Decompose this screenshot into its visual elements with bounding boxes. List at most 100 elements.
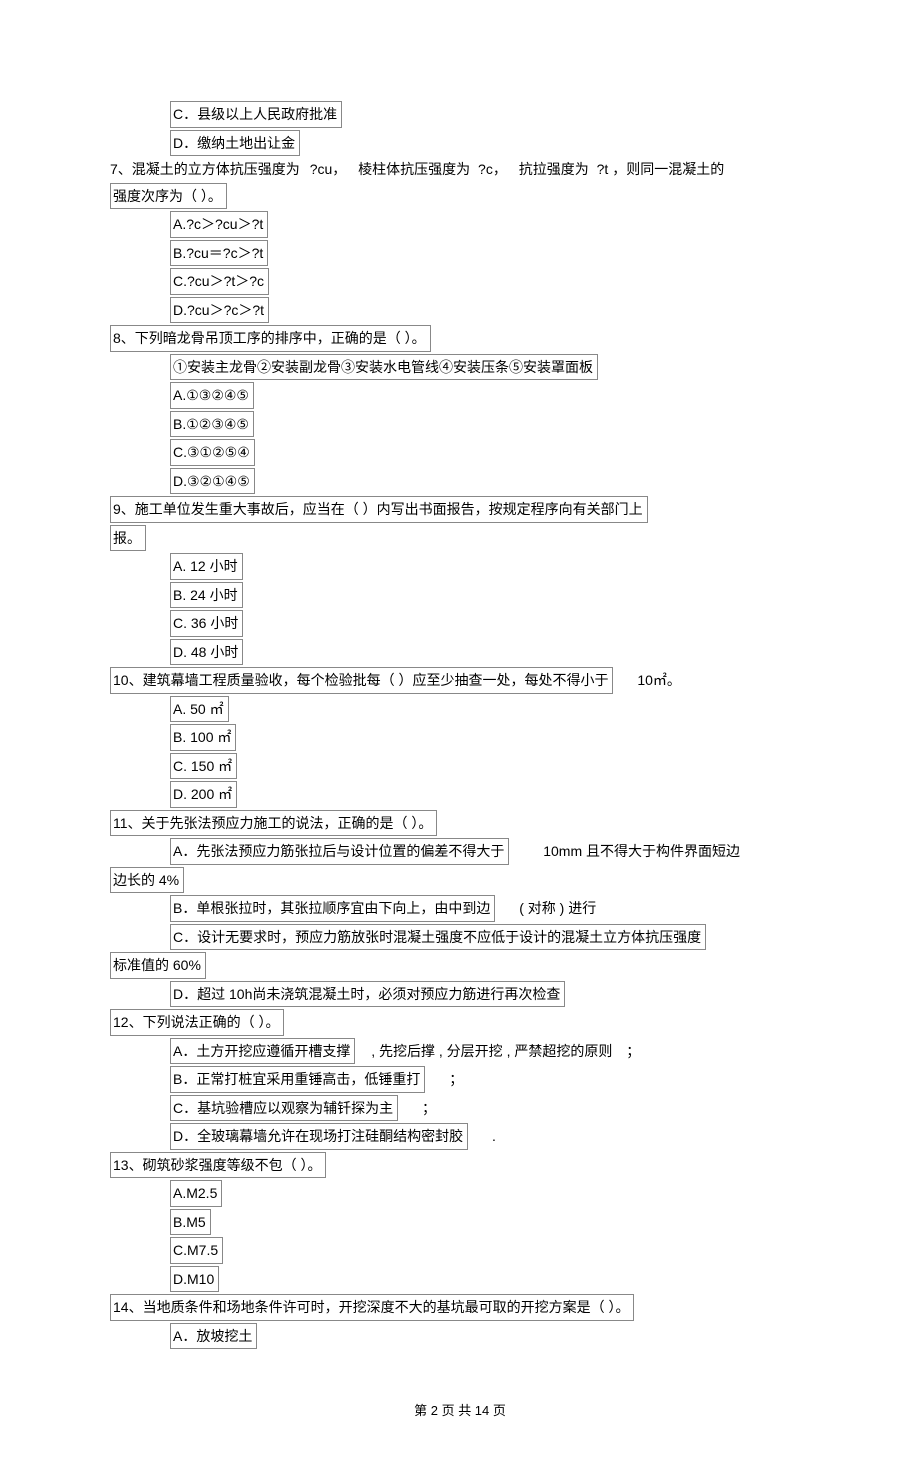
- q12-option-a-b: , 先挖后撑 , 分层开挖 , 严禁超挖的原则: [371, 1043, 612, 1059]
- q7-stem-g-box: 强度次序为（ ）。: [110, 183, 227, 210]
- q9-option-a: A. 12 小时: [170, 552, 810, 581]
- q11-option-a-line2: 边长的 4%: [110, 866, 810, 895]
- q11-option-c-line2: 标准值的 60%: [110, 951, 810, 980]
- q8-option-c-box: C.③①②⑤④: [170, 439, 255, 466]
- q12-option-b-a-box: B．正常打桩宜采用重锤高击，低锤重打: [170, 1066, 425, 1093]
- q13-option-a-box: A.M2.5: [170, 1180, 222, 1207]
- q12-option-b: B．正常打桩宜采用重锤高击，低锤重打 ；: [170, 1065, 810, 1094]
- q13-stem-box: 13、砌筑砂浆强度等级不包（ ）。: [110, 1152, 326, 1179]
- q12-stem-box: 12、下列说法正确的（ ）。: [110, 1009, 284, 1036]
- q10-stem-b: 10㎡。: [637, 672, 681, 688]
- q14-option-a: A．放坡挖土: [170, 1322, 810, 1351]
- q12-stem: 12、下列说法正确的（ ）。: [110, 1008, 810, 1037]
- q8-option-a: A.①③②④⑤: [170, 381, 810, 410]
- q11-option-a-c-box: 边长的 4%: [110, 867, 184, 894]
- q10-option-d: D. 200 ㎡: [170, 780, 810, 809]
- q7-stem-a: 7、混凝土的立方体抗压强度为: [110, 161, 300, 177]
- q12-option-c-a-box: C．基坑验槽应以观察为辅钎探为主: [170, 1095, 398, 1122]
- q8-option-b-box: B.①②③④⑤: [170, 411, 254, 438]
- q13-option-c-box: C.M7.5: [170, 1237, 223, 1264]
- page: C．县级以上人民政府批准 D．缴纳土地出让金 7、混凝土的立方体抗压强度为 ?c…: [0, 0, 920, 1463]
- q10-option-c-box: C. 150 ㎡: [170, 753, 237, 780]
- q7-option-b: B.?cu＝?c＞?t: [170, 239, 810, 268]
- q12-option-d-b: .: [492, 1128, 496, 1144]
- q9-option-d-box: D. 48 小时: [170, 639, 243, 666]
- q8-option-b: B.①②③④⑤: [170, 410, 810, 439]
- q12-option-a-a-box: A．土方开挖应遵循开槽支撑: [170, 1038, 355, 1065]
- q6-option-c-box: C．县级以上人民政府批准: [170, 101, 342, 128]
- q9-stem-a-box: 9、施工单位发生重大事故后，应当在（ ）内写出书面报告，按规定程序向有关部门上: [110, 496, 648, 523]
- q7-option-a-box: A.?c＞?cu＞?t: [170, 211, 268, 238]
- q9-option-b-box: B. 24 小时: [170, 582, 243, 609]
- q8-stem: 8、下列暗龙骨吊顶工序的排序中，正确的是（ ）。: [110, 324, 810, 353]
- q10-stem: 10、建筑幕墙工程质量验收，每个检验批每（ ）应至少抽查一处，每处不得小于 10…: [110, 666, 810, 695]
- q14-option-a-box: A．放坡挖土: [170, 1323, 257, 1350]
- q11-stem: 11、关于先张法预应力施工的说法，正确的是（ ）。: [110, 809, 810, 838]
- q13-option-c: C.M7.5: [170, 1236, 810, 1265]
- q9-option-c-box: C. 36 小时: [170, 610, 243, 637]
- q11-option-c-line1: C．设计无要求时，预应力筋放张时混凝土强度不应低于设计的混凝土立方体抗压强度: [170, 923, 810, 952]
- q10-option-a-box: A. 50 ㎡: [170, 696, 229, 723]
- q10-option-a: A. 50 ㎡: [170, 695, 810, 724]
- q11-option-b: B．单根张拉时，其张拉顺序宜由下向上，由中到边 ( 对称 ) 进行: [170, 894, 810, 923]
- q11-option-c-b-box: 标准值的 60%: [110, 952, 206, 979]
- q7-stem-b: ?cu，: [310, 161, 347, 177]
- q7-option-c: C.?cu＞?t＞?c: [170, 267, 810, 296]
- q14-stem-box: 14、当地质条件和场地条件许可时，开挖深度不大的基坑最可取的开挖方案是（ ）。: [110, 1294, 634, 1321]
- q9-stem-b: 报。: [110, 524, 810, 553]
- q11-option-a-a-box: A．先张法预应力筋张拉后与设计位置的偏差不得大于: [170, 838, 509, 865]
- q8-option-a-box: A.①③②④⑤: [170, 382, 254, 409]
- q9-option-c: C. 36 小时: [170, 609, 810, 638]
- q8-sub-box: ①安装主龙骨②安装副龙骨③安装水电管线④安装压条⑤安装罩面板: [170, 354, 598, 381]
- q13-option-d: D.M10: [170, 1265, 810, 1294]
- q11-option-a-line1: A．先张法预应力筋张拉后与设计位置的偏差不得大于 10mm 且不得大于构件界面短…: [170, 837, 810, 866]
- q7-stem-f: ?t ，则同一混凝土的: [597, 161, 725, 177]
- q7-stem-c: 棱柱体抗压强度为: [358, 161, 470, 177]
- q7-option-c-box: C.?cu＞?t＞?c: [170, 268, 269, 295]
- q10-option-d-box: D. 200 ㎡: [170, 781, 237, 808]
- q6-option-c: C．县级以上人民政府批准: [170, 100, 810, 129]
- q11-option-d-box: D．超过 10h尚未浇筑混凝土时，必须对预应力筋进行再次检查: [170, 981, 565, 1008]
- q12-option-b-b: ；: [449, 1071, 463, 1087]
- q11-option-d: D．超过 10h尚未浇筑混凝土时，必须对预应力筋进行再次检查: [170, 980, 810, 1009]
- q13-option-b-box: B.M5: [170, 1209, 211, 1236]
- q11-option-a-b: 10mm 且不得大于构件界面短边: [543, 843, 740, 859]
- q12-option-a: A．土方开挖应遵循开槽支撑 , 先挖后撑 , 分层开挖 , 严禁超挖的原则 ；: [170, 1037, 810, 1066]
- q11-stem-box: 11、关于先张法预应力施工的说法，正确的是（ ）。: [110, 810, 437, 837]
- q9-option-d: D. 48 小时: [170, 638, 810, 667]
- q12-option-c-b: ；: [422, 1100, 436, 1116]
- q9-stem-a: 9、施工单位发生重大事故后，应当在（ ）内写出书面报告，按规定程序向有关部门上: [110, 495, 810, 524]
- q12-option-d: D．全玻璃幕墙允许在现场打注硅酮结构密封胶 .: [170, 1122, 810, 1151]
- q8-option-d-box: D.③②①④⑤: [170, 468, 255, 495]
- q9-option-a-box: A. 12 小时: [170, 553, 243, 580]
- q13-option-a: A.M2.5: [170, 1179, 810, 1208]
- q6-option-d: D．缴纳土地出让金: [170, 129, 810, 158]
- q10-option-b: B. 100 ㎡: [170, 723, 810, 752]
- q9-option-b: B. 24 小时: [170, 581, 810, 610]
- q7-option-d: D.?cu＞?c＞?t: [170, 296, 810, 325]
- q12-option-d-a-box: D．全玻璃幕墙允许在现场打注硅酮结构密封胶: [170, 1123, 468, 1150]
- q13-stem: 13、砌筑砂浆强度等级不包（ ）。: [110, 1151, 810, 1180]
- q8-option-c: C.③①②⑤④: [170, 438, 810, 467]
- q12-option-c: C．基坑验槽应以观察为辅钎探为主 ；: [170, 1094, 810, 1123]
- q13-option-d-box: D.M10: [170, 1266, 219, 1293]
- q8-sub: ①安装主龙骨②安装副龙骨③安装水电管线④安装压条⑤安装罩面板: [170, 353, 810, 382]
- q13-option-b: B.M5: [170, 1208, 810, 1237]
- q6-option-d-box: D．缴纳土地出让金: [170, 130, 300, 157]
- q8-stem-box: 8、下列暗龙骨吊顶工序的排序中，正确的是（ ）。: [110, 325, 431, 352]
- q7-stem-line1: 7、混凝土的立方体抗压强度为 ?cu， 棱柱体抗压强度为 ?c， 抗拉强度为 ?…: [110, 157, 810, 182]
- q10-stem-a-box: 10、建筑幕墙工程质量验收，每个检验批每（ ）应至少抽查一处，每处不得小于: [110, 667, 613, 694]
- q7-option-d-box: D.?cu＞?c＞?t: [170, 297, 269, 324]
- q7-option-b-box: B.?cu＝?c＞?t: [170, 240, 268, 267]
- q8-option-d: D.③②①④⑤: [170, 467, 810, 496]
- q9-stem-b-box: 报。: [110, 525, 146, 552]
- q11-option-b-a-box: B．单根张拉时，其张拉顺序宜由下向上，由中到边: [170, 895, 495, 922]
- q10-option-b-box: B. 100 ㎡: [170, 724, 236, 751]
- q7-stem-d: ?c，: [478, 161, 507, 177]
- q7-option-a: A.?c＞?cu＞?t: [170, 210, 810, 239]
- q11-option-c-box: C．设计无要求时，预应力筋放张时混凝土强度不应低于设计的混凝土立方体抗压强度: [170, 924, 706, 951]
- q7-stem-e: 抗拉强度为: [519, 161, 589, 177]
- q11-option-b-b: ( 对称 ) 进行: [519, 900, 596, 916]
- q14-stem: 14、当地质条件和场地条件许可时，开挖深度不大的基坑最可取的开挖方案是（ ）。: [110, 1293, 810, 1322]
- q12-option-a-c: ；: [626, 1043, 640, 1059]
